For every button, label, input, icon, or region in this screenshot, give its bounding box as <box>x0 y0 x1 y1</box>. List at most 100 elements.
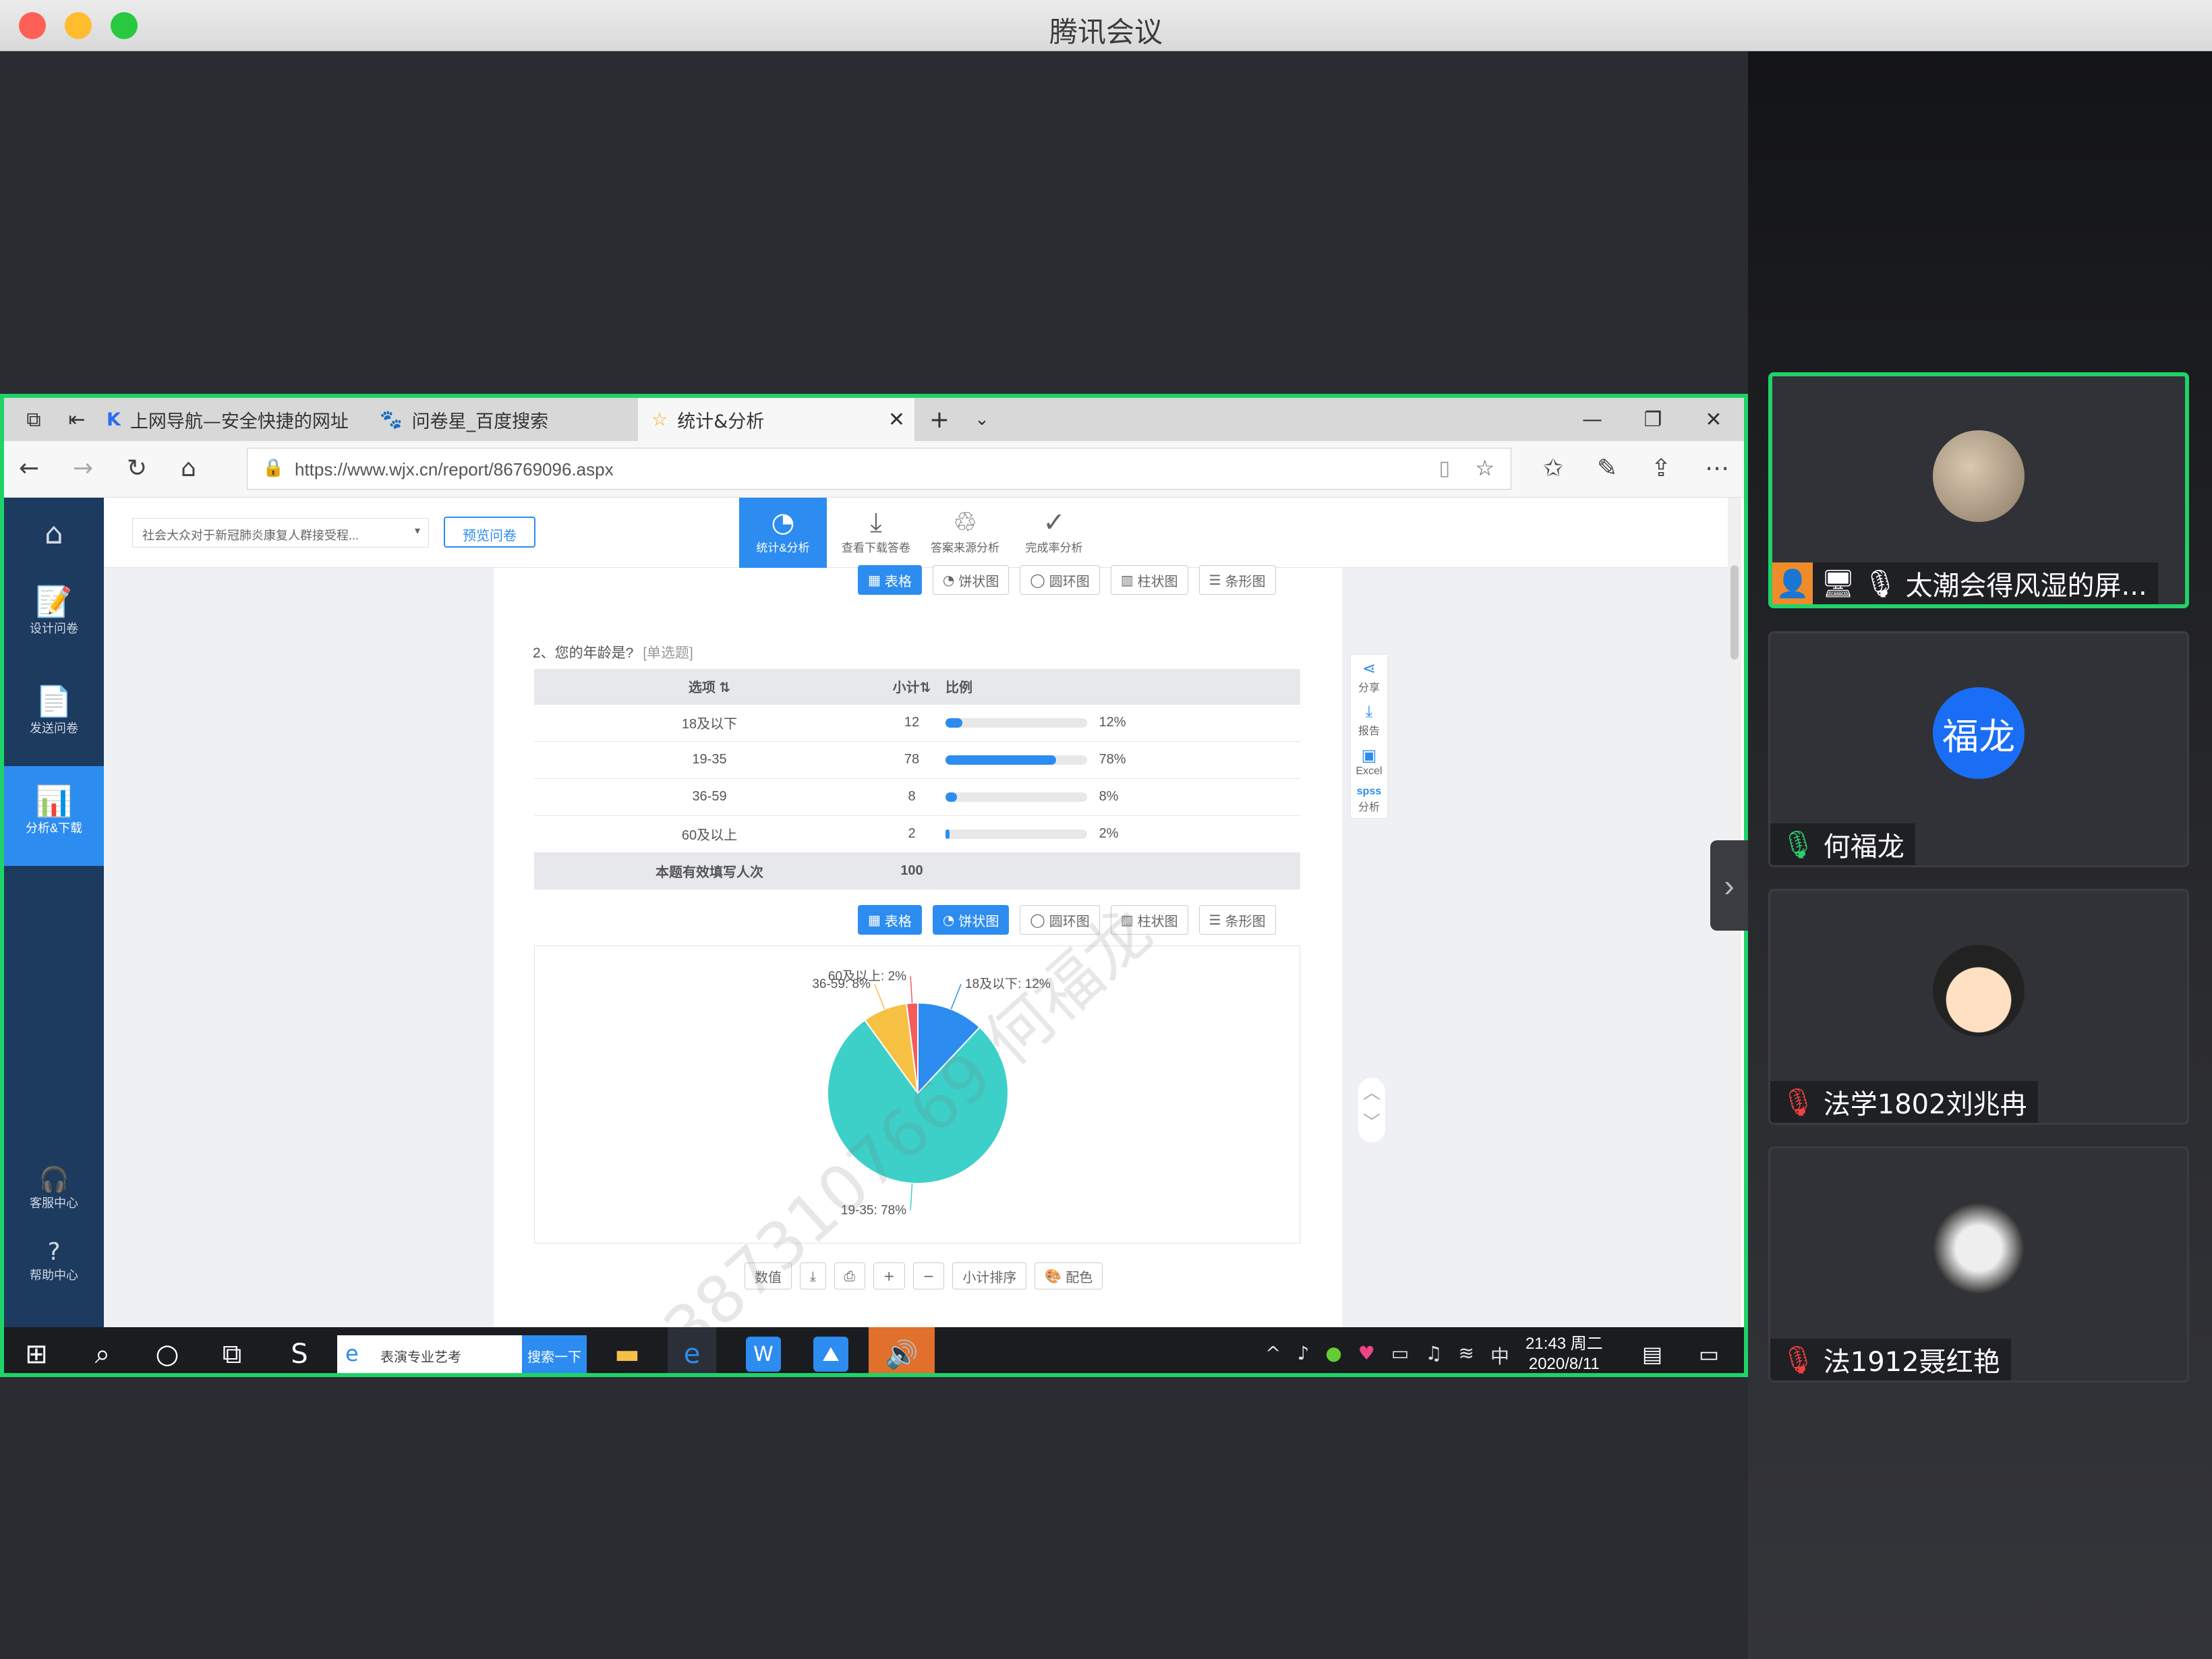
top-tab-source[interactable]: ♲ 答案来源分析 <box>921 498 1009 568</box>
excel-tool[interactable]: ▣ Excel <box>1351 742 1387 782</box>
volume-icon[interactable]: ♫ <box>1425 1342 1442 1369</box>
survey-select-value: 社会大众对于新冠肺炎康复人群接受程... <box>142 529 359 542</box>
top-tab-download[interactable]: ⤓ 查看下载答卷 <box>832 498 920 568</box>
view-column-button[interactable]: ▥ 柱状图 <box>1110 565 1188 595</box>
bar-icon: ☰ <box>1209 912 1221 928</box>
battery-icon[interactable]: ▭ <box>1391 1342 1409 1369</box>
favorites-icon[interactable]: ✩ <box>1543 455 1563 482</box>
security-icon[interactable]: ● <box>1325 1342 1341 1369</box>
view-bar-button[interactable]: ☰ 条形图 <box>1198 565 1276 595</box>
close-tab-icon[interactable]: ✕ <box>888 408 905 432</box>
share-icon[interactable]: ⇪ <box>1651 455 1671 482</box>
ratio-bar <box>945 755 1087 765</box>
search-icon[interactable]: ⌕ <box>85 1337 120 1372</box>
scroll-down-icon[interactable]: ﹀ <box>1358 1107 1385 1137</box>
more-icon[interactable]: ⋯ <box>1705 455 1729 482</box>
restore-browser-button[interactable]: ❐ <box>1636 398 1670 441</box>
btn-label: 条形图 <box>1225 912 1266 929</box>
donut-icon: ◯ <box>1030 912 1045 928</box>
cell-option: 36-59 <box>534 778 885 815</box>
ime-indicator[interactable]: 中 <box>1490 1342 1509 1369</box>
participant-tile[interactable]: 👤 🖥 🎙 太潮会得风湿的屏... <box>1768 372 2189 608</box>
table-row: 36-59 8 8% <box>534 778 1300 815</box>
participant-tile[interactable]: 🎙 法学1802刘兆冉 <box>1768 889 2189 1125</box>
tab-nav[interactable]: K 上网导航—安全快捷的网址 <box>98 398 368 441</box>
reading-view-icon[interactable]: ▯ <box>1438 457 1450 480</box>
view-bar-button[interactable]: ☰ 条形图 <box>1198 905 1276 935</box>
view-table-button[interactable]: ▦ 表格 <box>858 905 922 935</box>
preview-button[interactable]: 预览问卷 <box>444 517 535 548</box>
participant-tile[interactable]: 🎙 法1912聂红艳 <box>1768 1146 2189 1382</box>
clock[interactable]: 21:43 周二 2020/8/11 <box>1525 1334 1603 1373</box>
zoom-in-icon[interactable]: + <box>873 1262 905 1289</box>
taskbar-search-box[interactable]: e 表演专业艺考 搜索一下 <box>337 1335 587 1373</box>
top-tab-label: 查看下载答卷 <box>842 542 910 554</box>
taskbar-search-button[interactable]: 搜索一下 <box>522 1335 587 1373</box>
paint-icon[interactable]: ♥ <box>1358 1342 1375 1369</box>
url-field[interactable]: 🔒 https://www.wjx.cn/report/86769096.asp… <box>247 448 1511 490</box>
forward-arrow-icon[interactable]: → <box>73 455 93 482</box>
pen-icon[interactable]: ✎ <box>1597 455 1617 482</box>
view-table-button[interactable]: ▦ 表格 <box>858 565 922 595</box>
scroll-up-down[interactable]: ︿ ﹀ <box>1358 1078 1385 1142</box>
task-view-icon[interactable]: ⧉ <box>214 1337 250 1372</box>
clock-time: 21:43 周二 <box>1525 1335 1603 1353</box>
participant-tile[interactable]: 福龙 🎙 何福龙 <box>1768 631 2189 867</box>
tab-baidu[interactable]: 🐾 问卷星_百度搜索 <box>372 398 635 441</box>
tab-list-chevron-icon[interactable]: ⌄ <box>965 398 999 441</box>
th-count[interactable]: 小计⇅ <box>885 669 939 704</box>
spss-tool[interactable]: spss 分析 <box>1351 782 1387 818</box>
wifi-icon[interactable]: ≋ <box>1458 1342 1474 1369</box>
file-explorer-icon[interactable]: ▬ <box>610 1337 645 1372</box>
print-icon[interactable]: ⎙ <box>834 1262 865 1289</box>
wps-icon[interactable]: W <box>746 1337 781 1372</box>
cortana-icon[interactable]: ○ <box>150 1337 185 1372</box>
preview-label: 预览问卷 <box>463 529 517 544</box>
tray-chevron-icon[interactable]: ^ <box>1265 1342 1281 1369</box>
tab-stats[interactable]: ☆ 统计&分析 ✕ <box>638 398 914 441</box>
app-s-icon[interactable]: S <box>282 1337 317 1372</box>
top-tab-completion[interactable]: ✓ 完成率分析 <box>1010 498 1098 568</box>
favorite-star-icon[interactable]: ☆ <box>1475 455 1494 481</box>
action-center-icon[interactable]: ▭ <box>1691 1337 1726 1372</box>
meeting-app-icon[interactable]: ⛰ <box>813 1337 848 1372</box>
view-pie-button[interactable]: ◔ 饼状图 <box>932 565 1010 595</box>
back-arrow-icon[interactable]: ← <box>19 455 39 482</box>
nav-send[interactable]: 📄 发送问卷 <box>4 684 104 736</box>
download-icon: ⤓ <box>1365 703 1373 721</box>
survey-select[interactable]: 社会大众对于新冠肺炎康复人群接受程... ▾ <box>132 518 429 548</box>
tab-aside-icon[interactable]: ⇤ <box>57 398 97 441</box>
nav-home[interactable]: ⌂ <box>4 517 104 551</box>
btn-label: 圆环图 <box>1049 573 1090 589</box>
notification-bell-icon[interactable]: ♪ <box>1297 1342 1309 1369</box>
tab-actions-icon[interactable]: ⧉ <box>13 398 54 441</box>
minimize-browser-button[interactable]: — <box>1575 398 1609 441</box>
view-pie-button[interactable]: ◔ 饼状图 <box>932 905 1010 935</box>
audio-app-icon[interactable]: 🔊 <box>869 1327 935 1373</box>
share-tool[interactable]: ⋖ 分享 <box>1351 655 1387 699</box>
nav-help[interactable]: ? 帮助中心 <box>4 1238 104 1283</box>
report-tool[interactable]: ⤓ 报告 <box>1351 699 1387 742</box>
nav-service[interactable]: 🎧 客服中心 <box>4 1165 104 1211</box>
home-icon[interactable]: ⌂ <box>181 455 196 482</box>
refresh-icon[interactable]: ↻ <box>127 455 147 482</box>
expand-panel-chevron-icon[interactable]: › <box>1710 840 1748 931</box>
view-donut-button[interactable]: ◯ 圆环图 <box>1020 565 1100 595</box>
scroll-up-icon[interactable]: ︿ <box>1358 1078 1385 1107</box>
bar-icon: ☰ <box>1209 572 1221 588</box>
zoom-out-icon[interactable]: − <box>912 1262 945 1289</box>
nav-design[interactable]: 📝 设计问卷 <box>4 584 104 637</box>
mic-muted-icon: 🎙 <box>1781 1344 1815 1376</box>
top-tab-stats[interactable]: ◔ 统计&分析 <box>739 498 827 568</box>
sort-button[interactable]: 小计排序 <box>952 1262 1027 1289</box>
new-tab-button[interactable]: + <box>923 398 956 441</box>
close-browser-button[interactable]: ✕ <box>1697 398 1730 441</box>
nav-analysis[interactable]: 📊 分析&下载 <box>4 766 104 866</box>
btn-label: 饼状图 <box>958 573 999 589</box>
th-option[interactable]: 选项 ⇅ <box>534 669 885 704</box>
edge-browser-icon[interactable]: e <box>668 1327 716 1373</box>
avatar <box>1933 1202 2025 1294</box>
windows-start-icon[interactable]: ⊞ <box>19 1337 54 1372</box>
color-button[interactable]: 🎨 配色 <box>1035 1262 1103 1289</box>
notification-badge-icon[interactable]: ▤ <box>1635 1337 1670 1372</box>
